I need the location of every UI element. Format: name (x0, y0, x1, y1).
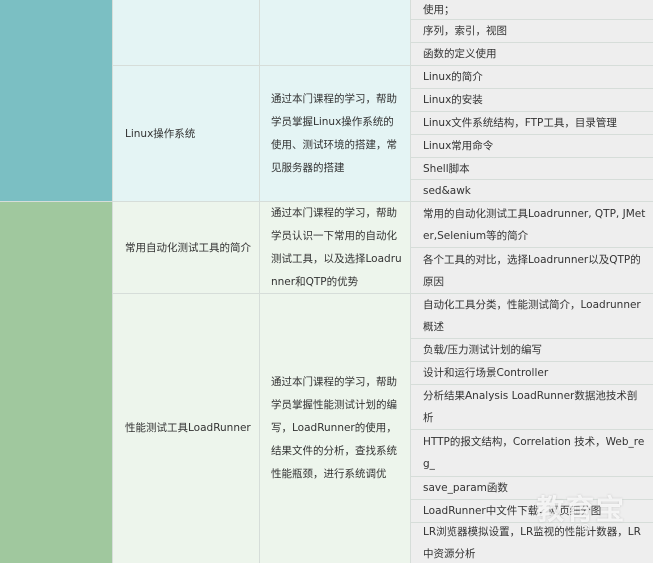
topic-list: 使用； 序列，索引，视图 函数的定义使用 (411, 0, 653, 66)
topic-list: 自动化工具分类，性能测试简介，Loadrunner概述 负载/压力测试计划的编写… (411, 294, 653, 563)
grid-line (410, 0, 411, 563)
topic-list: 常用的自动化测试工具Loadrunner, QTP, JMeter,Seleni… (411, 202, 653, 294)
course-name: Linux操作系统 (125, 127, 196, 140)
topic-item: 各个工具的对比，选择Loadrunner以及QTP的原因 (411, 248, 653, 294)
topic-item: 自动化工具分类，性能测试简介，Loadrunner概述 (411, 294, 653, 339)
topic-item: LR浏览器模拟设置，LR监视的性能计数器，LR中资源分析 (423, 526, 641, 560)
category-cell-linux (0, 0, 112, 202)
grid-line (0, 201, 411, 202)
topic-item: 使用； (411, 0, 653, 20)
topic-item: Linux常用命令 (411, 135, 653, 158)
topic-item: Linux的安装 (411, 89, 653, 112)
topic-item: LoadRunner中文件下载，网页细分图 (411, 500, 653, 523)
topic-item: 常用的自动化测试工具Loadrunner, QTP, JMeter,Seleni… (411, 202, 653, 248)
topic-list: Linux的简介 Linux的安装 Linux文件系统结构，FTP工具，目录管理… (411, 66, 653, 202)
topic-item: Linux的简介 (411, 66, 653, 89)
page-gutter (653, 0, 670, 563)
category-cell-testing (0, 202, 112, 563)
topic-item: 序列，索引，视图 (411, 20, 653, 43)
grid-line (112, 293, 411, 294)
topic-item: save_param函数 (411, 477, 653, 500)
grid-line (112, 65, 411, 66)
grid-line (112, 0, 113, 563)
topic-item: 分析结果Analysis LoadRunner数据池技术剖析 (411, 385, 653, 430)
topic-item: Shell脚本 (411, 158, 653, 180)
topic-item: sed&awk (411, 180, 653, 202)
course-name: 性能测试工具LoadRunner (125, 422, 251, 434)
course-description: 通过本门课程的学习，帮助学员掌握Linux操作系统的使用、测试环境的搭建，常见服… (271, 93, 397, 174)
course-description: 通过本门课程的学习，帮助学员掌握性能测试计划的编写，LoadRunner的使用，… (271, 376, 397, 480)
grid-line (259, 0, 260, 563)
topic-item: HTTP的报文结构，Correlation 技术，Web_reg_ (411, 430, 653, 477)
topic-item: 负载/压力测试计划的编写 (411, 339, 653, 362)
topic-item: 函数的定义使用 (411, 43, 653, 66)
course-description (260, 0, 410, 66)
course-description: 通过本门课程的学习，帮助学员认识一下常用的自动化测试工具，以及选择Loadrun… (271, 207, 402, 288)
topic-item: 设计和运行场景Controller (411, 362, 653, 385)
course-outline-table: 使用； 序列，索引，视图 函数的定义使用 Linux操作系统 通过本门课程的学习… (0, 0, 670, 563)
course-name (113, 0, 259, 66)
course-name: 常用自动化测试工具的简介 (125, 241, 251, 254)
topic-item: Linux文件系统结构，FTP工具，目录管理 (411, 112, 653, 135)
